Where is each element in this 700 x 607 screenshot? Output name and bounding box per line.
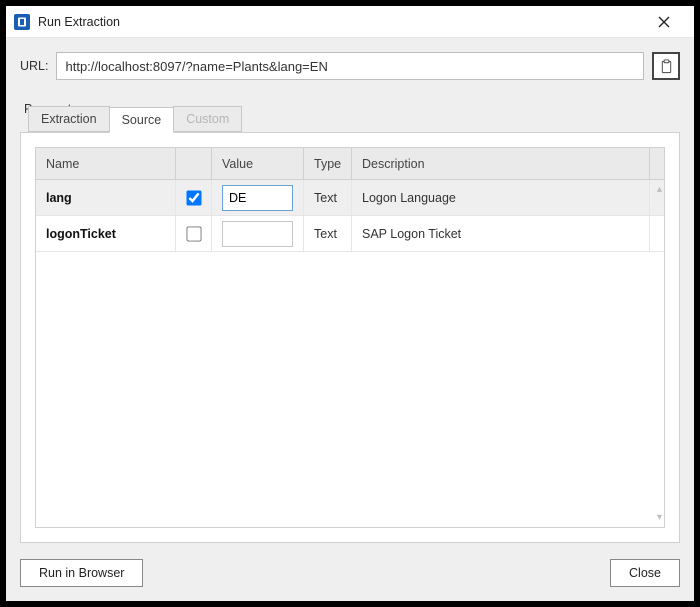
scroll-down-icon[interactable]: ▾ <box>657 512 662 523</box>
window-title: Run Extraction <box>38 15 644 29</box>
col-scroll-spacer <box>650 148 670 179</box>
param-description: Logon Language <box>352 180 650 215</box>
parameters-grid: Name Value Type Description lang <box>35 147 665 528</box>
url-label: URL: <box>20 59 48 73</box>
grid-body: lang Text Logon Language logonTicket <box>36 180 664 527</box>
run-in-browser-button[interactable]: Run in Browser <box>20 559 143 587</box>
table-row[interactable]: lang Text Logon Language <box>36 180 664 216</box>
tab-extraction[interactable]: Extraction <box>28 106 110 132</box>
col-description[interactable]: Description <box>352 148 650 179</box>
url-row: URL: <box>20 52 680 80</box>
parameters-panel: Name Value Type Description lang <box>20 132 680 543</box>
client-area: URL: Parameters Extraction Source Custom <box>6 38 694 601</box>
url-input[interactable] <box>56 52 644 80</box>
titlebar: Run Extraction <box>6 6 694 38</box>
parameter-tabs: Extraction Source Custom <box>28 106 680 132</box>
dialog-window: Run Extraction URL: Parameters Extractio… <box>6 6 694 601</box>
param-value-input[interactable] <box>222 221 293 247</box>
col-name[interactable]: Name <box>36 148 176 179</box>
footer: Run in Browser Close <box>20 559 680 587</box>
param-enabled-checkbox[interactable] <box>186 190 201 205</box>
clipboard-icon <box>659 59 674 74</box>
param-type: Text <box>304 180 352 215</box>
param-type: Text <box>304 216 352 251</box>
col-checkbox[interactable] <box>176 148 212 179</box>
table-row[interactable]: logonTicket Text SAP Logon Ticket <box>36 216 664 252</box>
param-enabled-checkbox[interactable] <box>186 226 201 241</box>
app-icon <box>14 14 30 30</box>
col-value[interactable]: Value <box>212 148 304 179</box>
close-icon <box>658 16 670 28</box>
copy-url-button[interactable] <box>652 52 680 80</box>
col-type[interactable]: Type <box>304 148 352 179</box>
grid-header: Name Value Type Description <box>36 148 664 180</box>
tab-custom: Custom <box>173 106 242 132</box>
param-value-input[interactable] <box>222 185 293 211</box>
param-name: logonTicket <box>36 216 176 251</box>
close-button[interactable] <box>644 6 684 37</box>
param-description: SAP Logon Ticket <box>352 216 650 251</box>
scroll-up-icon[interactable]: ▴ <box>657 184 662 195</box>
tab-source[interactable]: Source <box>109 107 175 133</box>
param-name: lang <box>36 180 176 215</box>
close-dialog-button[interactable]: Close <box>610 559 680 587</box>
